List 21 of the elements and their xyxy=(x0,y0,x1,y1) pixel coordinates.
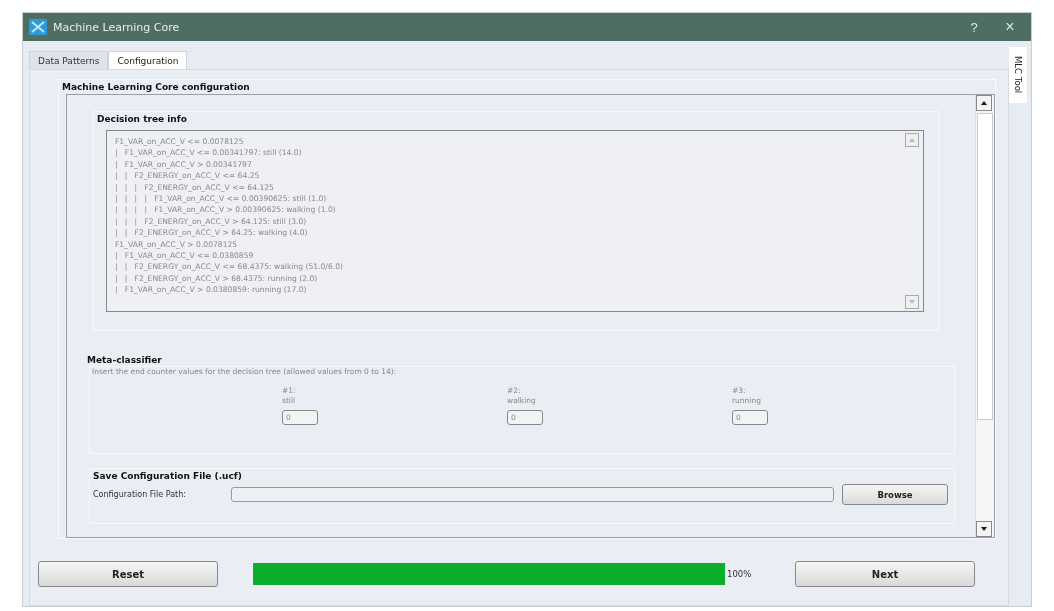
scroll-up-icon[interactable] xyxy=(976,95,992,111)
panel-title: Machine Learning Core configuration xyxy=(61,81,251,94)
reset-button[interactable]: Reset xyxy=(38,561,218,587)
path-label: Configuration File Path: xyxy=(93,490,187,499)
window-title: Machine Learning Core xyxy=(53,20,180,34)
tab[interactable]: Data Patterns xyxy=(29,51,109,69)
side-tab[interactable]: MLC Tool xyxy=(1009,47,1027,103)
group-title: Meta-classifier xyxy=(87,355,163,365)
group-title: Save Configuration File (.ucf) xyxy=(92,470,243,483)
scrollbar[interactable] xyxy=(975,95,994,537)
app-logo-icon xyxy=(29,19,47,35)
browse-button[interactable]: Browse xyxy=(842,484,948,505)
tab[interactable]: Configuration xyxy=(108,51,188,69)
close-button[interactable]: × xyxy=(995,18,1025,36)
progress-reading: 100% xyxy=(727,569,753,579)
scroll-down-icon[interactable] xyxy=(976,521,992,537)
scrollbar-thumb[interactable] xyxy=(977,113,993,420)
next-button[interactable]: Next xyxy=(795,561,975,587)
file-path-input[interactable] xyxy=(231,487,834,502)
help-button[interactable]: ? xyxy=(959,19,989,35)
group-title: Decision tree info xyxy=(96,113,188,126)
